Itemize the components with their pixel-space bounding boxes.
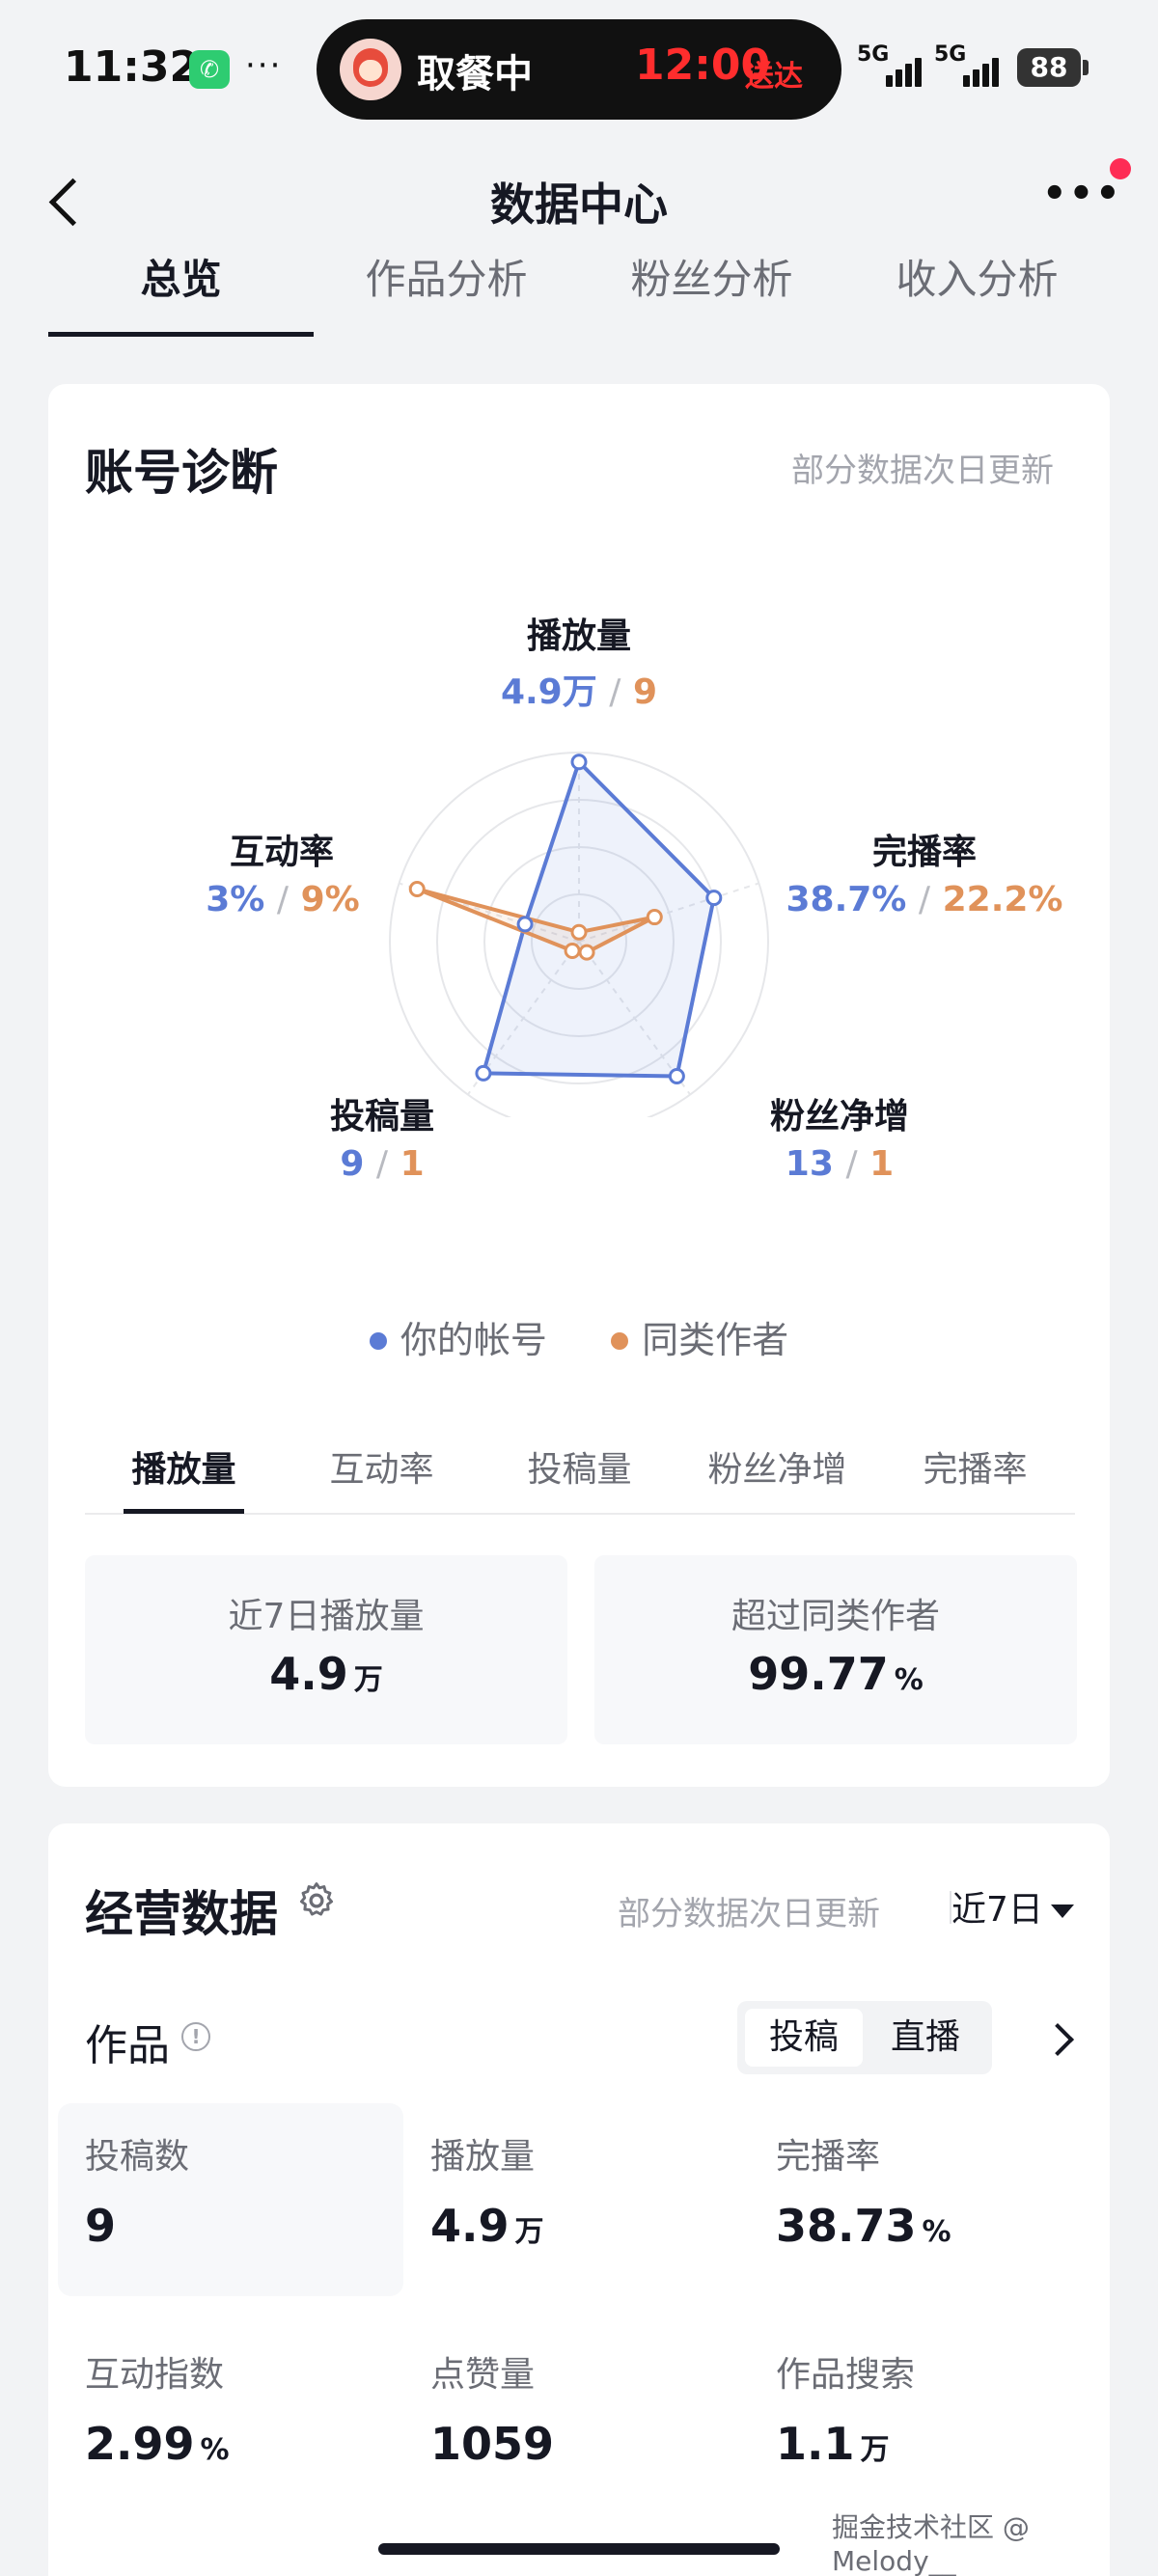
notification-dot: [1110, 158, 1131, 179]
segment-live[interactable]: 直播: [867, 2009, 984, 2067]
delivery-avatar-icon: [340, 39, 401, 100]
legend-peer: 同类作者: [611, 1319, 788, 1361]
radar-mine-value: 9: [340, 1144, 365, 1184]
radar-mine-value: 13: [785, 1144, 834, 1184]
page-title: 数据中心: [490, 178, 668, 231]
radar-point-peer-3: [564, 943, 581, 960]
chevron-right-icon[interactable]: [1044, 2020, 1075, 2055]
settings-gear-icon[interactable]: [295, 1879, 338, 1922]
radar-point-peer-2: [578, 944, 595, 961]
island-eta-label: 送达: [745, 60, 803, 94]
radar-label-posts: 投稿量: [329, 1097, 434, 1137]
business-note: 部分数据次日更新: [618, 1895, 880, 1933]
radar-label-engagement: 互动率: [229, 833, 334, 872]
radar-legend: 你的帐号 同类作者: [48, 1310, 1110, 1363]
metric-completion-rate[interactable]: 完播率 38.73%: [749, 2103, 1094, 2296]
info-icon[interactable]: !: [181, 2022, 210, 2051]
radar-peer-value: 9%: [300, 880, 360, 919]
radar-mine-value: 4.9万: [500, 672, 597, 712]
radar-point-peer-0: [570, 923, 588, 941]
radar-peer-value: 1: [869, 1144, 895, 1184]
island-status-text: 取餐中: [417, 52, 533, 96]
tab-works-analysis[interactable]: 作品分析: [314, 247, 579, 306]
radar-label-fans: 粉丝净增: [769, 1097, 909, 1137]
metric-plays[interactable]: 播放量 4.9 万: [403, 2103, 749, 2296]
radar-value-fans: 13 / 1: [785, 1144, 895, 1184]
caret-down-icon: [1050, 1905, 1074, 1918]
radar-chart: [389, 752, 769, 1117]
radar-value-engagement: 3% / 9%: [206, 880, 360, 919]
battery-icon: 88: [1017, 48, 1081, 87]
business-data-card: 经营数据 部分数据次日更新 近7日 作品 ! 投稿 直播 投稿数 9 播放量 4…: [48, 1823, 1110, 2576]
radar-point-mine-4: [516, 916, 534, 933]
works-segment-control: 投稿 直播: [737, 2001, 992, 2074]
radar-point-mine-2: [668, 1068, 685, 1085]
radar-point-mine-0: [570, 754, 588, 771]
legend-mine: 你的帐号: [369, 1319, 547, 1361]
subtab-fans[interactable]: 粉丝净增: [678, 1441, 876, 1492]
home-indicator[interactable]: [378, 2543, 780, 2555]
radar-point-peer-1: [646, 909, 663, 926]
account-diagnosis-card: 账号诊断 部分数据次日更新 播放量 4.9万 / 9 完播率 38.7% / 2…: [48, 384, 1110, 1787]
works-title: 作品: [85, 2021, 170, 2070]
metric-work-search[interactable]: 作品搜索 1.1 万: [749, 2321, 1094, 2514]
watermark: 掘金技术社区 @ Melody__: [832, 2511, 1030, 2576]
status-time: 11:32: [64, 42, 200, 92]
radar-mine-value: 3%: [206, 880, 265, 919]
battery-tip: [1083, 60, 1089, 75]
radar-value-plays: 4.9万 / 9: [500, 672, 658, 712]
radar-label-completion: 完播率: [871, 833, 977, 872]
radar-mine-value: 38.7%: [786, 880, 907, 919]
signal-icon: 5G: [857, 42, 930, 91]
radar-point-peer-4: [408, 880, 426, 897]
metric-engagement-index[interactable]: 互动指数 2.99%: [58, 2321, 403, 2514]
subtab-posts[interactable]: 投稿量: [481, 1441, 678, 1492]
dynamic-island[interactable]: 取餐中 12:00 送达: [317, 19, 841, 120]
tab-fans-analysis[interactable]: 粉丝分析: [579, 247, 844, 306]
radar-peer-value: 9: [632, 672, 658, 712]
top-tabs: 总览 作品分析 粉丝分析 收入分析: [48, 241, 1110, 338]
segment-posts[interactable]: 投稿: [745, 2009, 863, 2067]
subtab-indicator: [124, 1509, 244, 1514]
radar-peer-value: 22.2%: [942, 880, 1063, 919]
stat-beat-peers: 超过同类作者 99.77%: [594, 1555, 1077, 1744]
tab-income-analysis[interactable]: 收入分析: [844, 247, 1110, 306]
wechat-icon: ✆: [189, 50, 230, 89]
signal-icon: 5G: [934, 42, 1007, 91]
more-options-icon[interactable]: •••: [1042, 172, 1120, 220]
radar-value-completion: 38.7% / 22.2%: [786, 880, 1063, 919]
active-tab-indicator: [48, 332, 314, 337]
status-bar: 11:32 ✆ ··· 取餐中 12:00 送达 5G 5G 88: [0, 0, 1158, 135]
more-notifications-icon: ···: [245, 46, 283, 85]
subtab-engagement[interactable]: 互动率: [283, 1441, 481, 1492]
subtab-completion[interactable]: 完播率: [876, 1441, 1074, 1492]
metric-likes[interactable]: 点赞量 1059: [403, 2321, 749, 2514]
radar-label-plays: 播放量: [526, 617, 631, 656]
radar-point-mine-3: [475, 1064, 492, 1082]
business-title: 经营数据: [85, 1886, 278, 1942]
radar-point-mine-1: [705, 890, 723, 907]
stat-recent-plays: 近7日播放量 4.9 万: [85, 1555, 567, 1744]
radar-value-posts: 9 / 1: [340, 1144, 425, 1184]
period-dropdown[interactable]: 近7日: [951, 1881, 1074, 1932]
subtab-plays[interactable]: 播放量: [85, 1441, 283, 1492]
metric-sub-tabs: 播放量 互动率 投稿量 粉丝净增 完播率: [85, 1436, 1075, 1515]
tab-overview[interactable]: 总览: [48, 247, 314, 306]
radar-peer-value: 1: [400, 1144, 425, 1184]
metric-post-count[interactable]: 投稿数 9: [58, 2103, 403, 2296]
